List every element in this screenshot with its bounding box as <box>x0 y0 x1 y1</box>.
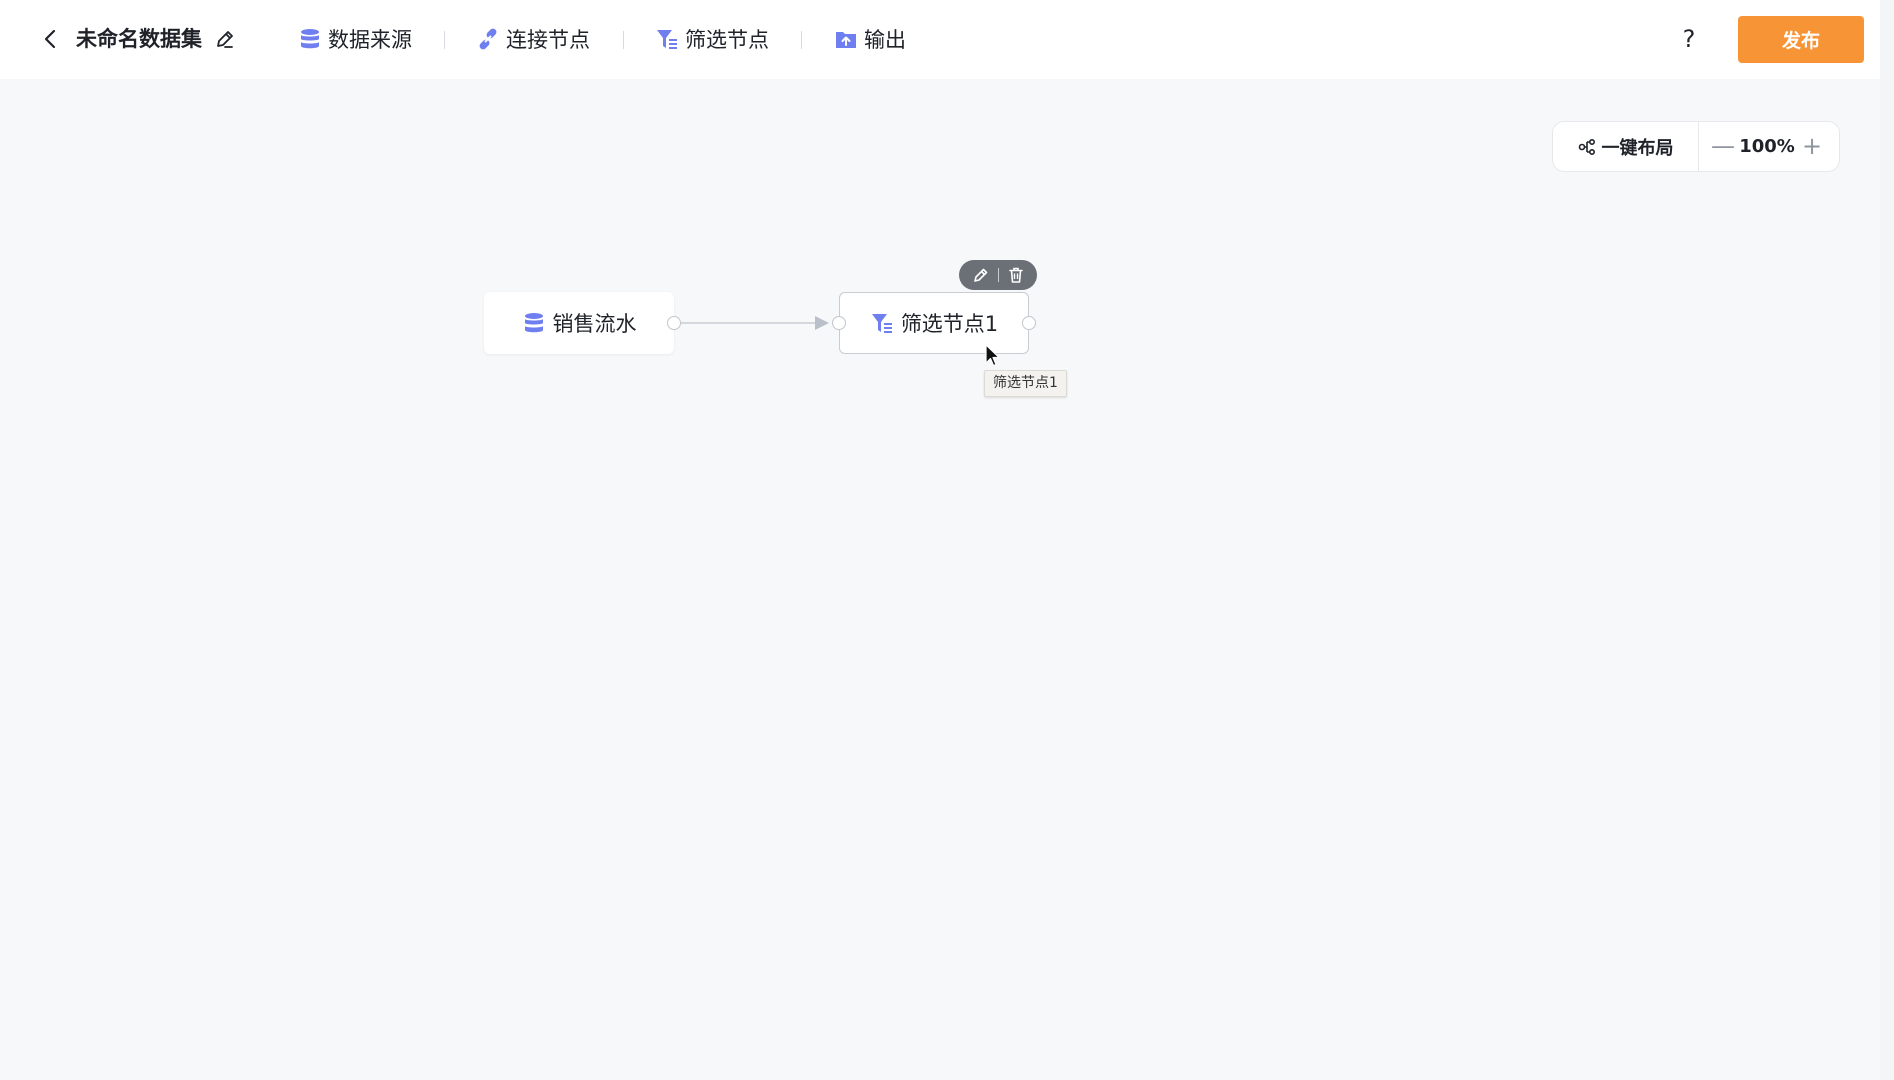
trash-icon <box>1008 267 1023 283</box>
node-action-toolbar <box>959 260 1037 290</box>
node-label: 销售流水 <box>552 312 637 336</box>
node-datasource[interactable]: 销售流水 <box>484 292 674 354</box>
delete-node-button[interactable] <box>1003 262 1029 288</box>
edit-node-button[interactable] <box>968 262 994 288</box>
mouse-cursor-icon <box>985 344 1000 367</box>
toolbar-separator <box>997 268 999 282</box>
node-output-port[interactable] <box>1022 316 1036 330</box>
node-input-port[interactable] <box>832 316 846 330</box>
node-output-port[interactable] <box>667 316 681 330</box>
edge-source-to-filter[interactable] <box>0 0 1894 1080</box>
pencil-icon <box>973 268 987 282</box>
node-label: 筛选节点1 <box>900 312 999 336</box>
filter-icon <box>871 314 892 333</box>
node-tooltip: 筛选节点1 <box>984 370 1067 397</box>
database-icon <box>524 313 543 333</box>
